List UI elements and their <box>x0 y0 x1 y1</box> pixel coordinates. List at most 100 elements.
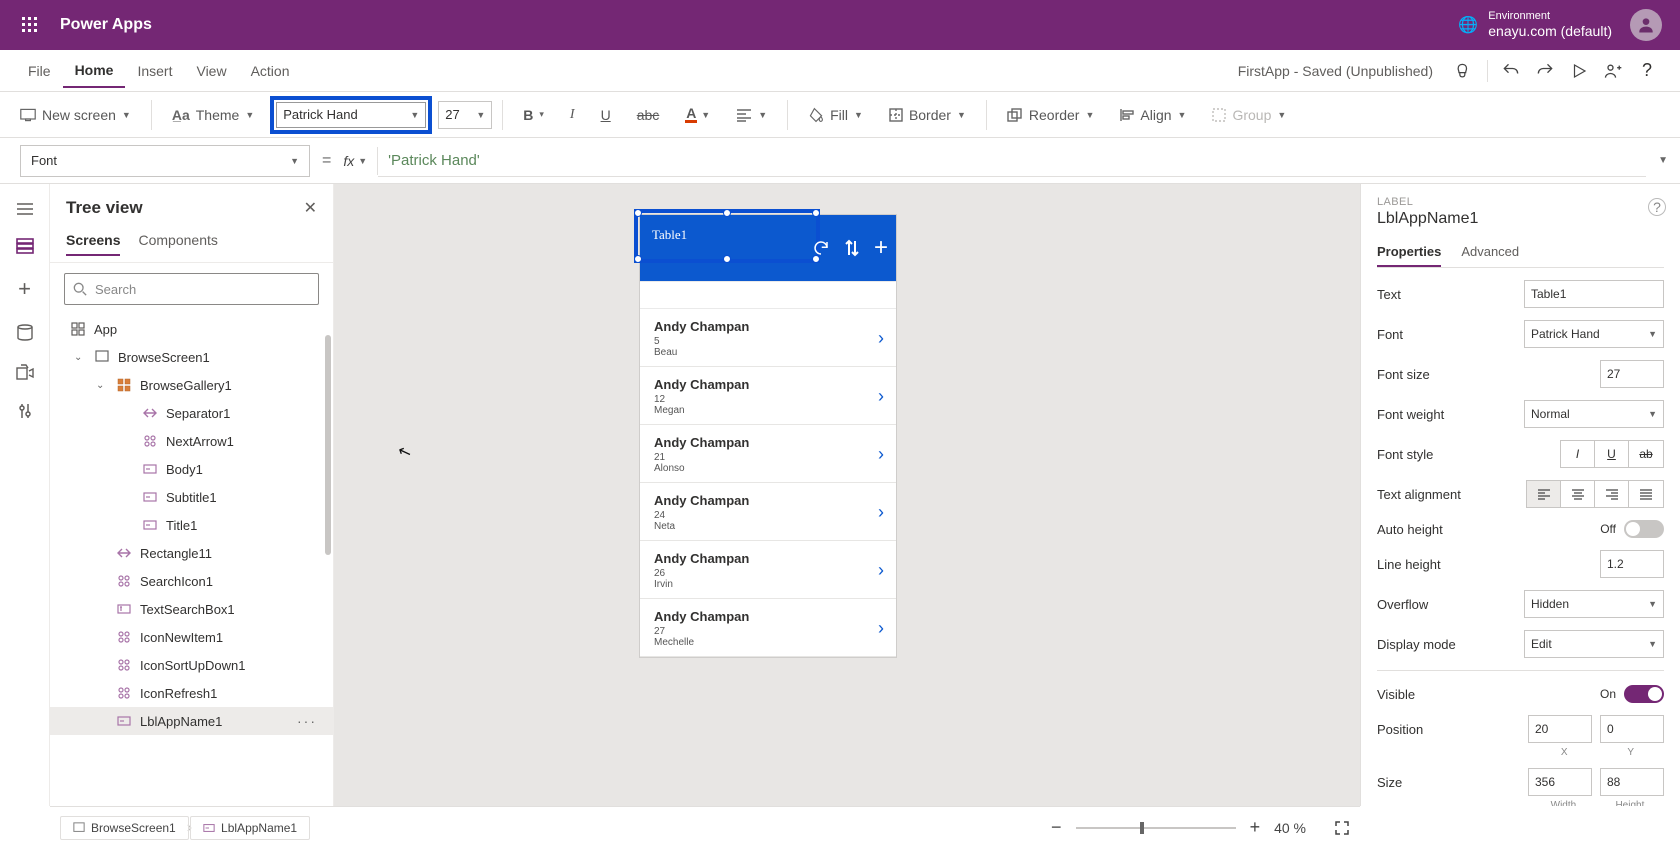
tree-search-input[interactable]: Search <box>64 273 319 305</box>
menu-view[interactable]: View <box>184 55 238 87</box>
tree-item[interactable]: TextSearchBox1 <box>50 595 333 623</box>
menu-file[interactable]: File <box>16 55 63 87</box>
new-screen-button[interactable]: New screen ▼ <box>10 98 141 132</box>
auto-height-toggle[interactable] <box>1624 520 1664 538</box>
tree-item[interactable]: LblAppName1··· <box>50 707 333 735</box>
align-right-button[interactable] <box>1595 481 1629 507</box>
tree-item[interactable]: SearchIcon1 <box>50 567 333 595</box>
gallery-row[interactable]: Andy Champan12Megan› <box>640 367 896 425</box>
chevron-right-icon[interactable]: › <box>878 502 884 523</box>
prop-displaymode-select[interactable]: Edit▼ <box>1524 630 1664 658</box>
fit-to-window-icon[interactable] <box>1334 820 1350 836</box>
font-color-button[interactable]: A ▼ <box>675 98 720 132</box>
fx-icon[interactable]: fx <box>343 153 354 169</box>
gallery-row[interactable]: Andy Champan5Beau› <box>640 309 896 367</box>
chevron-right-icon[interactable]: › <box>878 444 884 465</box>
undo-icon[interactable] <box>1494 54 1528 88</box>
menu-action[interactable]: Action <box>239 55 302 87</box>
tree-item[interactable]: Subtitle1 <box>50 483 333 511</box>
share-icon[interactable] <box>1596 54 1630 88</box>
canvas[interactable]: ↖ Table1 <box>334 184 1360 806</box>
tree-item[interactable]: Rectangle11 <box>50 539 333 567</box>
tree-item[interactable]: Body1 <box>50 455 333 483</box>
chevron-down-icon[interactable]: ⌄ <box>74 352 86 363</box>
property-select[interactable]: Font ▼ <box>20 145 310 177</box>
advanced-tools-icon[interactable] <box>17 402 33 420</box>
chevron-down-icon[interactable]: ⌄ <box>96 380 108 391</box>
more-icon[interactable]: ··· <box>297 713 325 729</box>
help-icon[interactable]: ? <box>1648 198 1666 216</box>
chevron-right-icon[interactable]: › <box>878 386 884 407</box>
resize-handle[interactable] <box>634 209 642 217</box>
align-text-button[interactable]: ▼ <box>726 98 777 132</box>
prop-y-input[interactable]: 0 <box>1600 715 1664 743</box>
hamburger-icon[interactable] <box>16 202 34 216</box>
prop-text-input[interactable]: Table1 <box>1524 280 1664 308</box>
expand-formula-icon[interactable]: ▼ <box>1646 155 1680 166</box>
prop-overflow-select[interactable]: Hidden▼ <box>1524 590 1664 618</box>
tree-item[interactable]: ⌄BrowseGallery1 <box>50 371 333 399</box>
tree-item[interactable]: Separator1 <box>50 399 333 427</box>
gallery-row[interactable]: Andy Champan26Irvin› <box>640 541 896 599</box>
tab-advanced[interactable]: Advanced <box>1461 238 1519 267</box>
avatar[interactable] <box>1630 9 1662 41</box>
zoom-in-button[interactable]: + <box>1250 817 1261 838</box>
prop-x-input[interactable]: 20 <box>1528 715 1592 743</box>
media-icon[interactable] <box>16 364 34 380</box>
tree-item-app[interactable]: App <box>50 315 333 343</box>
breadcrumb-control[interactable]: LblAppName1 <box>190 816 310 840</box>
strike-toggle[interactable]: ab <box>1629 441 1663 467</box>
align-button[interactable]: Align ▼ <box>1110 98 1196 132</box>
prop-font-select[interactable]: Patrick Hand▼ <box>1524 320 1664 348</box>
zoom-slider[interactable] <box>1076 827 1236 829</box>
align-center-button[interactable] <box>1561 481 1595 507</box>
gallery-row[interactable]: Andy Champan24Neta› <box>640 483 896 541</box>
app-checker-icon[interactable] <box>1447 54 1481 88</box>
tab-properties[interactable]: Properties <box>1377 238 1441 267</box>
underline-button[interactable]: U <box>591 98 621 132</box>
help-icon[interactable]: ? <box>1630 54 1664 88</box>
close-icon[interactable]: ✕ <box>304 198 317 218</box>
tab-components[interactable]: Components <box>138 226 217 256</box>
add-icon[interactable]: + <box>874 234 888 262</box>
prop-height-input[interactable]: 88 <box>1600 768 1664 796</box>
selected-label-control[interactable]: Table1 <box>634 209 820 263</box>
fill-button[interactable]: Fill ▼ <box>798 98 873 132</box>
data-icon[interactable] <box>17 324 33 342</box>
gallery-row[interactable]: Andy Champan21Alonso› <box>640 425 896 483</box>
visible-toggle[interactable] <box>1624 685 1664 703</box>
environment-picker[interactable]: Environment enayu.com (default) <box>1488 10 1612 40</box>
prop-lineheight-input[interactable]: 1.2 <box>1600 550 1664 578</box>
formula-input[interactable]: 'Patrick Hand' <box>378 145 1646 177</box>
tree-item[interactable]: IconNewItem1 <box>50 623 333 651</box>
insert-icon[interactable]: + <box>18 276 31 302</box>
align-left-button[interactable] <box>1527 481 1561 507</box>
tree-item[interactable]: Title1 <box>50 511 333 539</box>
prop-width-input[interactable]: 356 <box>1528 768 1592 796</box>
tree-item[interactable]: IconRefresh1 <box>50 679 333 707</box>
menu-home[interactable]: Home <box>63 54 126 88</box>
zoom-out-button[interactable]: − <box>1051 817 1062 838</box>
breadcrumb-screen[interactable]: BrowseScreen1 <box>60 816 189 840</box>
refresh-icon[interactable] <box>812 239 830 257</box>
strikethrough-button[interactable]: abc <box>627 98 670 132</box>
bold-button[interactable]: B▾ <box>513 98 554 132</box>
scrollbar-thumb[interactable] <box>325 335 331 555</box>
font-family-select[interactable]: Patrick Hand ▼ <box>276 102 426 128</box>
underline-toggle[interactable]: U <box>1595 441 1629 467</box>
sort-icon[interactable] <box>844 239 860 257</box>
chevron-right-icon[interactable]: › <box>878 618 884 639</box>
align-justify-button[interactable] <box>1629 481 1663 507</box>
prop-fontsize-input[interactable]: 27 <box>1600 360 1664 388</box>
redo-icon[interactable] <box>1528 54 1562 88</box>
tree-view-icon[interactable] <box>16 238 34 254</box>
tree-item[interactable]: NextArrow1 <box>50 427 333 455</box>
tree-item[interactable]: IconSortUpDown1 <box>50 651 333 679</box>
gallery-row[interactable]: Andy Champan27Mechelle› <box>640 599 896 657</box>
theme-button[interactable]: A̲a Theme ▼ <box>162 98 264 132</box>
resize-handle[interactable] <box>634 255 642 263</box>
tab-screens[interactable]: Screens <box>66 226 120 256</box>
chevron-right-icon[interactable]: › <box>878 560 884 581</box>
tree-item[interactable]: ⌄BrowseScreen1 <box>50 343 333 371</box>
resize-handle[interactable] <box>723 255 731 263</box>
